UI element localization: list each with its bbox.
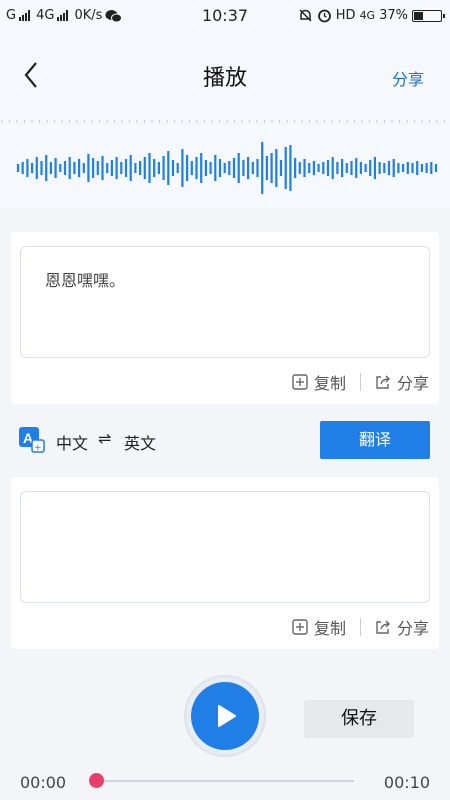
share-button[interactable]: 分享 xyxy=(392,66,424,90)
header: 播放 分享 xyxy=(0,32,450,120)
progress-knob[interactable] xyxy=(89,773,104,788)
battery-icon xyxy=(412,9,445,22)
swap-language-button[interactable]: ⇌ xyxy=(98,429,111,448)
current-time: 00:00 xyxy=(20,773,67,792)
translation-actions: 复制 分享 xyxy=(292,615,429,639)
status-right: HD 4G 37% xyxy=(298,8,445,23)
copy-label: 复制 xyxy=(313,374,346,393)
page-title: 播放 xyxy=(202,66,247,91)
status-bar: G 4G 0K/s 10:37 HD 4G 37% xyxy=(0,0,450,32)
copy-button[interactable]: 复制 xyxy=(292,370,346,394)
waveform-area xyxy=(0,120,450,208)
recognized-text[interactable]: 恩恩嘿嘿。 xyxy=(20,246,430,358)
play-button[interactable] xyxy=(186,677,264,755)
play-icon xyxy=(218,705,236,727)
copy-translation-button[interactable]: 复制 xyxy=(292,615,346,639)
target-language[interactable]: 英文 xyxy=(124,430,156,454)
copy-label: 复制 xyxy=(313,619,346,638)
waveform xyxy=(16,142,438,194)
translate-button[interactable]: 翻译 xyxy=(320,421,430,459)
battery-percent: 37% xyxy=(379,8,408,23)
save-button[interactable]: 保存 xyxy=(304,700,414,738)
copy-icon xyxy=(292,619,308,635)
share-icon xyxy=(376,620,390,634)
total-time: 00:10 xyxy=(383,773,430,792)
timeline-ruler xyxy=(1,120,445,123)
network-type-label: 4G xyxy=(359,9,376,22)
translate-icon: A+ xyxy=(19,427,45,453)
copy-icon xyxy=(292,374,308,390)
share-label: 分享 xyxy=(396,619,429,638)
recognized-actions: 复制 分享 xyxy=(292,370,429,394)
share-label: 分享 xyxy=(396,374,429,393)
source-language[interactable]: 中文 xyxy=(56,430,88,454)
translate-row: A + 中文 ⇌ 英文 翻译 xyxy=(0,420,450,460)
progress-track[interactable] xyxy=(96,780,354,782)
share-translation-button[interactable]: 分享 xyxy=(375,615,429,639)
translation-text[interactable] xyxy=(20,491,430,603)
divider xyxy=(359,373,361,391)
divider xyxy=(359,618,361,636)
svg-text:+: + xyxy=(34,443,42,453)
translation-card: 复制 分享 xyxy=(11,477,439,649)
mute-bell-icon xyxy=(299,9,312,22)
share-text-button[interactable]: 分享 xyxy=(375,370,429,394)
alarm-icon xyxy=(317,9,331,23)
recognized-card: 恩恩嘿嘿。 复制 分享 xyxy=(11,232,439,404)
hd-label: HD xyxy=(335,8,356,23)
share-icon xyxy=(376,375,390,389)
play-button-circle xyxy=(191,682,259,750)
